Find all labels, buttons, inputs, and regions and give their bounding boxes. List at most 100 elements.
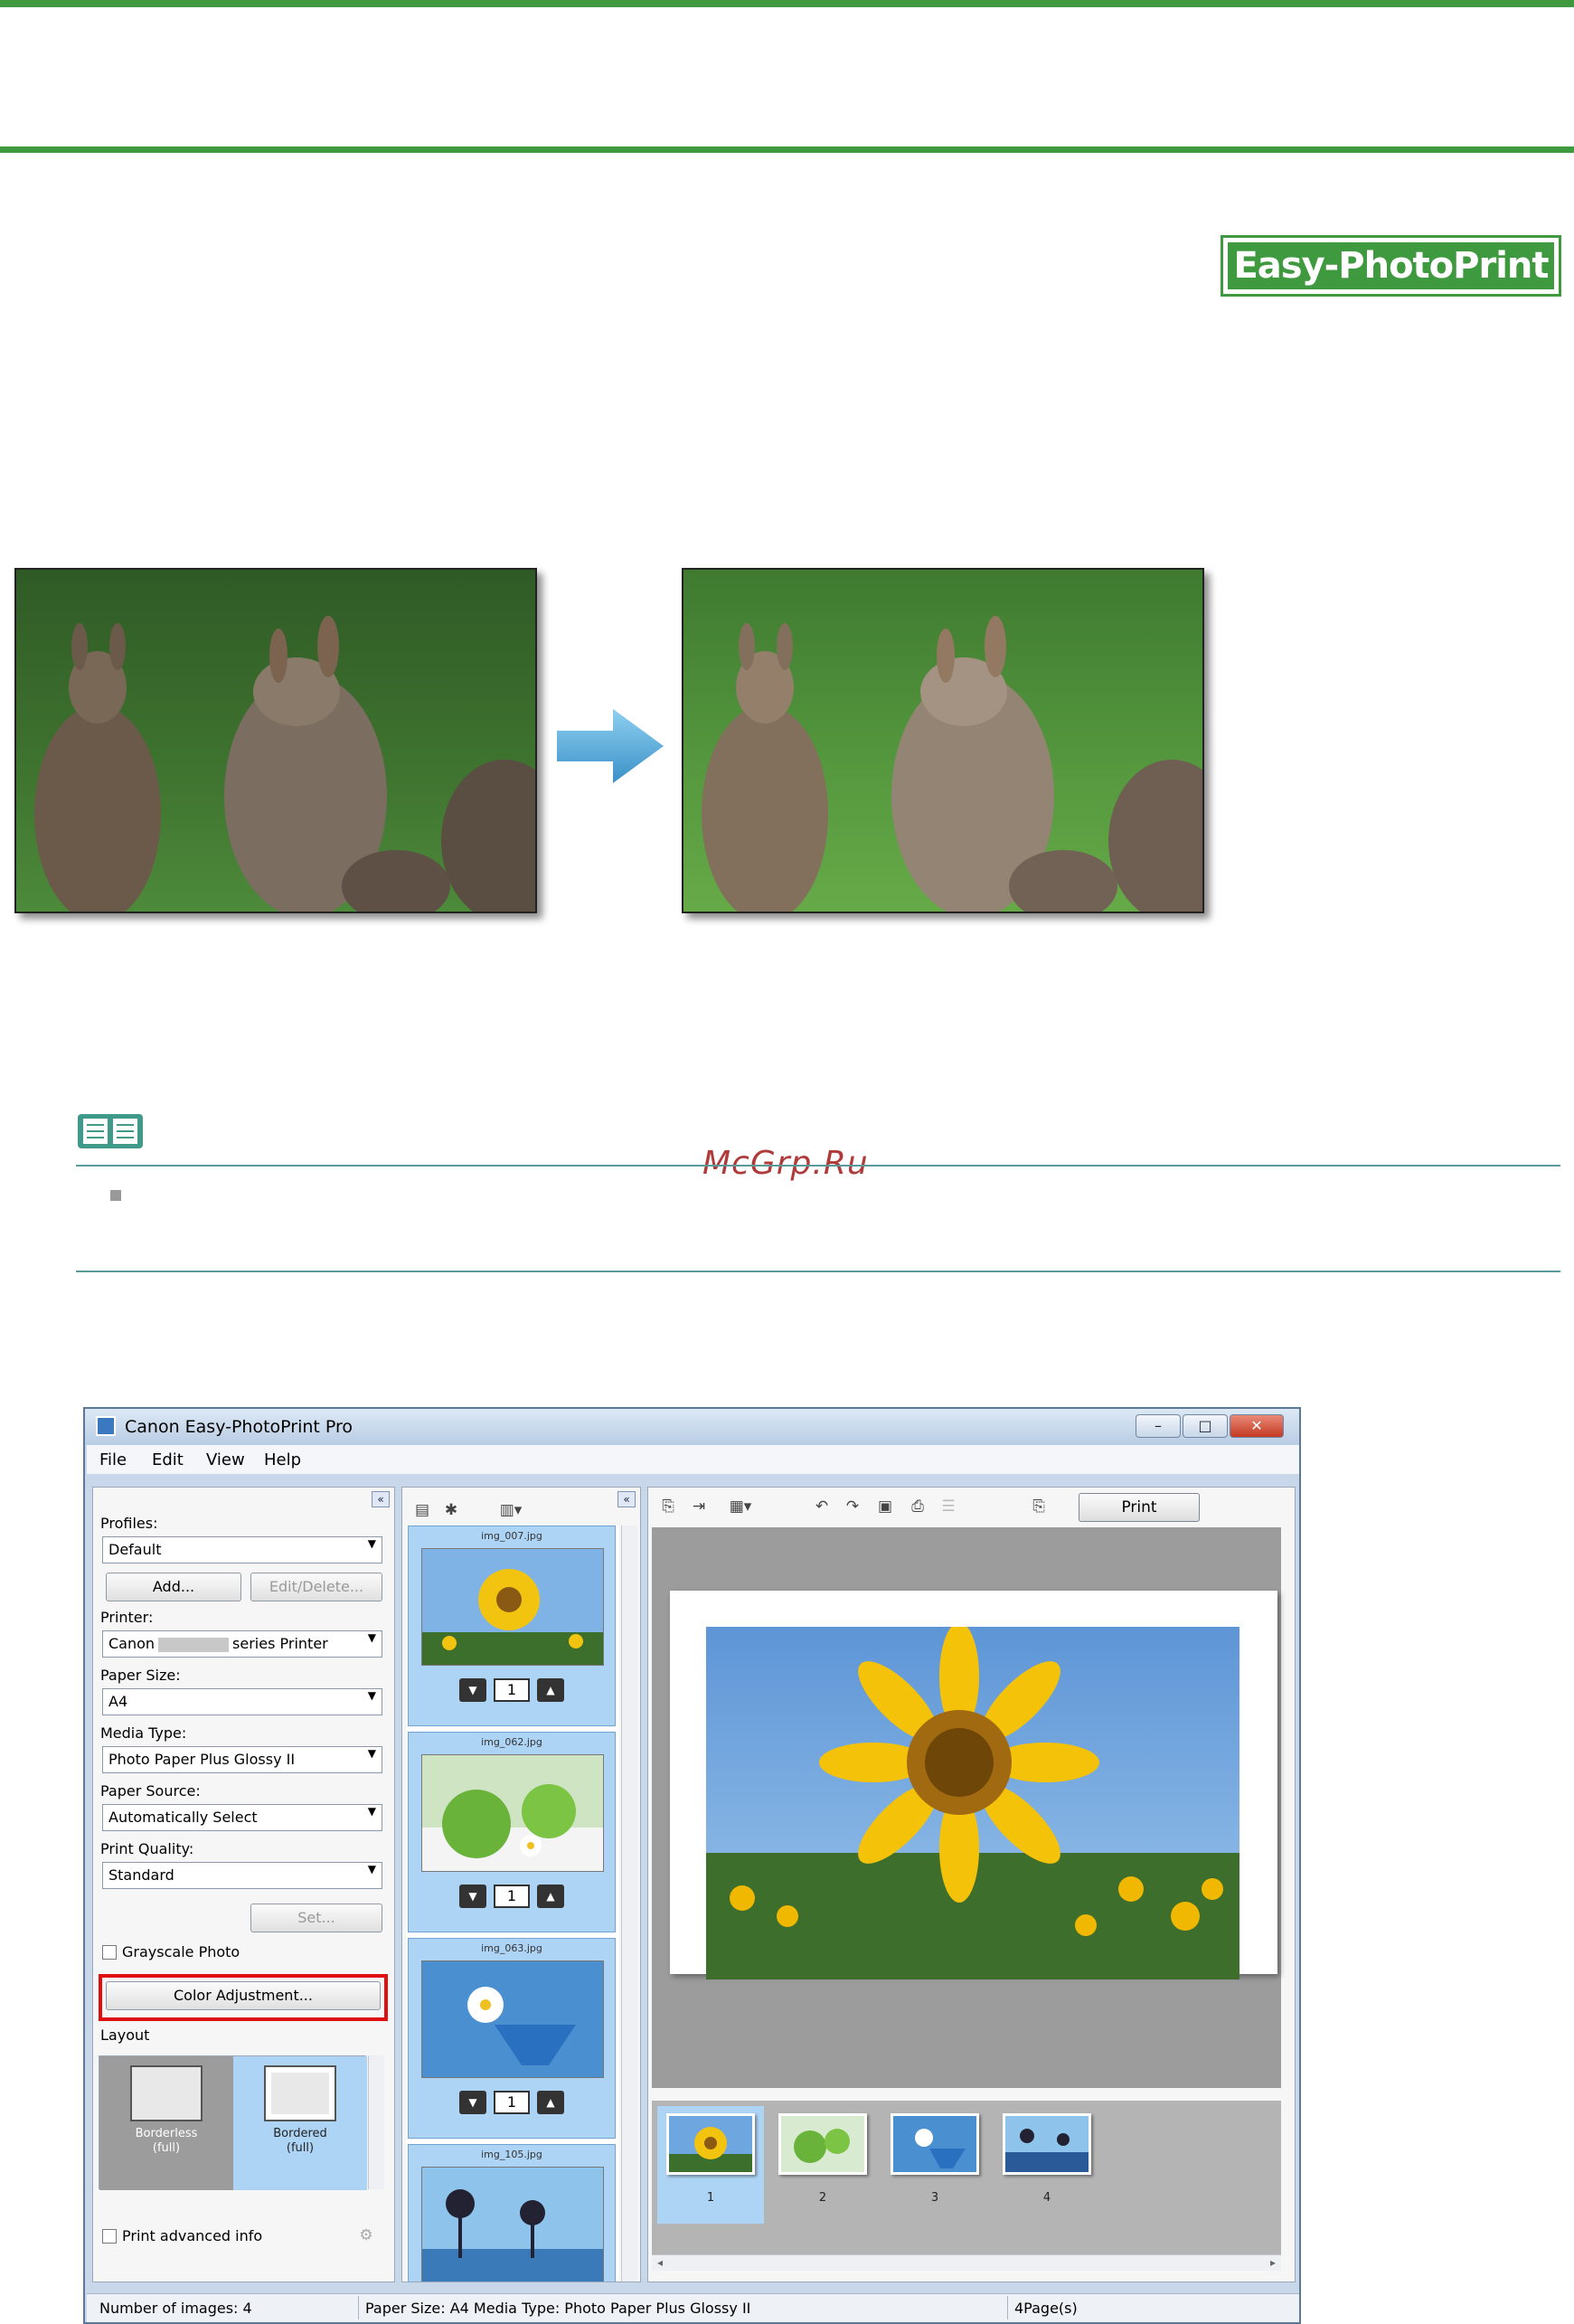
maximize-button[interactable]: □ xyxy=(1183,1414,1228,1438)
view-mode-icon[interactable]: ▥▾ xyxy=(493,1500,529,1520)
print-settings-icon[interactable]: ⎘ xyxy=(1028,1497,1050,1516)
copies-increase-icon[interactable]: ▲ xyxy=(537,1885,564,1908)
print-quality-select[interactable]: Standard ▼ xyxy=(102,1862,382,1889)
status-page-count: 4Page(s) xyxy=(1014,2300,1078,2317)
page-thumb-image xyxy=(1003,2113,1091,2175)
easy-photoprint-pro-logo: Easy-PhotoPrint Pro xyxy=(1221,235,1561,334)
print-advanced-info-checkbox[interactable] xyxy=(102,2229,117,2244)
page-preview-area xyxy=(652,1527,1281,2088)
thumbnail-list: img_007.jpg ▼ 1 ▲ img_062.jpg ▼ 1 ▲ img_… xyxy=(406,1526,619,2281)
scroll-left-icon[interactable]: ◂ xyxy=(657,2255,663,2270)
copies-count[interactable]: 1 xyxy=(494,1885,530,1908)
app-window: Canon Easy-PhotoPrint Pro – □ ✕ File Edi… xyxy=(83,1407,1301,2324)
profiles-select[interactable]: Default ▼ xyxy=(102,1536,382,1564)
layout-bordered[interactable]: Bordered (full) xyxy=(233,2056,367,2190)
close-button[interactable]: ✕ xyxy=(1230,1414,1284,1438)
rotate-right-icon[interactable]: ↷ xyxy=(842,1497,863,1516)
page-thumb-1[interactable]: 1 xyxy=(657,2106,764,2224)
page-thumb-2[interactable]: 2 xyxy=(769,2106,876,2224)
before-photo xyxy=(14,568,537,913)
note-bullet xyxy=(110,1190,121,1201)
thumbnail-card[interactable]: img_007.jpg ▼ 1 ▲ xyxy=(408,1526,616,1726)
page-setup-icon[interactable]: ⎘ xyxy=(657,1497,679,1516)
page-thumb-image xyxy=(778,2113,867,2175)
copies-decrease-icon[interactable]: ▼ xyxy=(459,1678,486,1702)
move-page-icon[interactable]: ⇥ xyxy=(688,1497,710,1516)
printer-model-redaction xyxy=(158,1637,230,1652)
layout-scrollbar[interactable] xyxy=(368,2055,384,2189)
grayscale-label: Grayscale Photo xyxy=(122,1943,240,1960)
scroll-right-icon[interactable]: ▸ xyxy=(1270,2255,1276,2270)
layout-borderless-thumb xyxy=(130,2065,203,2121)
media-type-select[interactable]: Photo Paper Plus Glossy II ▼ xyxy=(102,1746,382,1773)
palm-beach-thumbnail xyxy=(421,2167,604,2281)
page-thumbnail-strip: 1 2 3 4 xyxy=(652,2101,1281,2254)
settings-panel: « Profiles: Default ▼ Add... Edit/Delete.… xyxy=(92,1487,395,2282)
color-adjustment-button[interactable]: Color Adjustment... xyxy=(106,1981,381,2010)
thumbnail-card[interactable]: img_063.jpg ▼ 1 ▲ xyxy=(408,1938,616,2139)
sunflower-preview-image[interactable] xyxy=(706,1627,1239,1979)
apples-thumbnail xyxy=(421,1754,604,1872)
crop-icon[interactable]: ▣ xyxy=(874,1497,896,1516)
layout-borderless[interactable]: Borderless (full) xyxy=(99,2056,233,2190)
thumbnail-card[interactable]: img_105.jpg xyxy=(408,2144,616,2281)
printer-label: Printer: xyxy=(100,1609,154,1626)
copies-increase-icon[interactable]: ▲ xyxy=(537,2091,564,2114)
print-quality-value: Standard xyxy=(108,1866,174,1884)
add-profile-button[interactable]: Add... xyxy=(106,1573,241,1601)
profiles-label: Profiles: xyxy=(100,1515,158,1532)
header-bottom-rule xyxy=(0,146,1574,153)
copies-decrease-icon[interactable]: ▼ xyxy=(459,2091,486,2114)
minimize-button[interactable]: – xyxy=(1136,1414,1181,1438)
thumbnail-filename: img_105.jpg xyxy=(481,2149,542,2160)
select-all-icon[interactable]: ▤ xyxy=(411,1500,433,1520)
text-icon[interactable]: ☰ xyxy=(938,1497,959,1516)
grayscale-checkbox[interactable] xyxy=(102,1945,117,1960)
rotate-left-icon[interactable]: ↶ xyxy=(811,1497,833,1516)
page-strip-scrollbar[interactable]: ◂ ▸ xyxy=(652,2254,1281,2271)
advanced-info-settings-icon[interactable]: ⚙ xyxy=(355,2225,377,2245)
dropdown-arrow-icon: ▼ xyxy=(367,1689,376,1702)
thumbnail-scrollbar[interactable] xyxy=(621,1526,637,2281)
menu-help[interactable]: Help xyxy=(264,1450,301,1469)
print-button[interactable]: Print xyxy=(1079,1493,1200,1522)
collapse-thumbnail-panel-icon[interactable]: « xyxy=(617,1491,636,1507)
layout-label: Layout xyxy=(100,2026,150,2044)
page-thumb-3[interactable]: 3 xyxy=(881,2106,988,2224)
dropdown-arrow-icon: ▼ xyxy=(367,1863,376,1875)
arrange-icon[interactable]: ▦▾ xyxy=(722,1497,759,1516)
layout-borderless-line1: Borderless xyxy=(135,2127,198,2140)
page-number: 1 xyxy=(706,2191,715,2205)
copies-decrease-icon[interactable]: ▼ xyxy=(459,1885,486,1908)
app-icon xyxy=(96,1416,116,1436)
collapse-left-panel-icon[interactable]: « xyxy=(372,1491,390,1507)
layout-bordered-line2: (full) xyxy=(286,2141,315,2155)
print-preview-icon[interactable]: ⎙ xyxy=(907,1497,928,1516)
menu-edit[interactable]: Edit xyxy=(152,1450,184,1469)
watermark: McGrp.Ru xyxy=(702,1145,869,1182)
printer-select[interactable]: Canon series Printer ▼ xyxy=(102,1630,382,1658)
thumbnail-card[interactable]: img_062.jpg ▼ 1 ▲ xyxy=(408,1732,616,1932)
sort-icon[interactable]: ✱ xyxy=(440,1500,462,1520)
thumbnail-filename: img_063.jpg xyxy=(481,1942,542,1954)
quality-set-button[interactable]: Set... xyxy=(250,1904,382,1932)
copies-count[interactable]: 1 xyxy=(494,1678,530,1702)
copies-count[interactable]: 1 xyxy=(494,2091,530,2114)
status-paper-info: Paper Size: A4 Media Type: Photo Paper P… xyxy=(365,2300,751,2317)
edit-delete-profile-button[interactable]: Edit/Delete... xyxy=(250,1573,382,1601)
note-book-icon xyxy=(78,1114,143,1148)
header-top-rule xyxy=(0,0,1574,7)
paper-source-select[interactable]: Automatically Select ▼ xyxy=(102,1804,382,1831)
copies-control: ▼ 1 ▲ xyxy=(459,1885,566,1910)
layout-bordered-thumb xyxy=(264,2065,336,2121)
copies-control: ▼ 1 ▲ xyxy=(459,1678,566,1704)
menu-view[interactable]: View xyxy=(206,1450,245,1469)
print-quality-label: Print Quality: xyxy=(100,1840,194,1857)
menu-bar: File Edit View Help xyxy=(87,1445,1299,1474)
page-thumb-4[interactable]: 4 xyxy=(994,2106,1100,2224)
menu-file[interactable]: File xyxy=(99,1450,127,1469)
preview-page xyxy=(670,1591,1277,1979)
paper-size-select[interactable]: A4 ▼ xyxy=(102,1688,382,1715)
copies-increase-icon[interactable]: ▲ xyxy=(537,1678,564,1702)
paper-size-value: A4 xyxy=(108,1693,128,1710)
